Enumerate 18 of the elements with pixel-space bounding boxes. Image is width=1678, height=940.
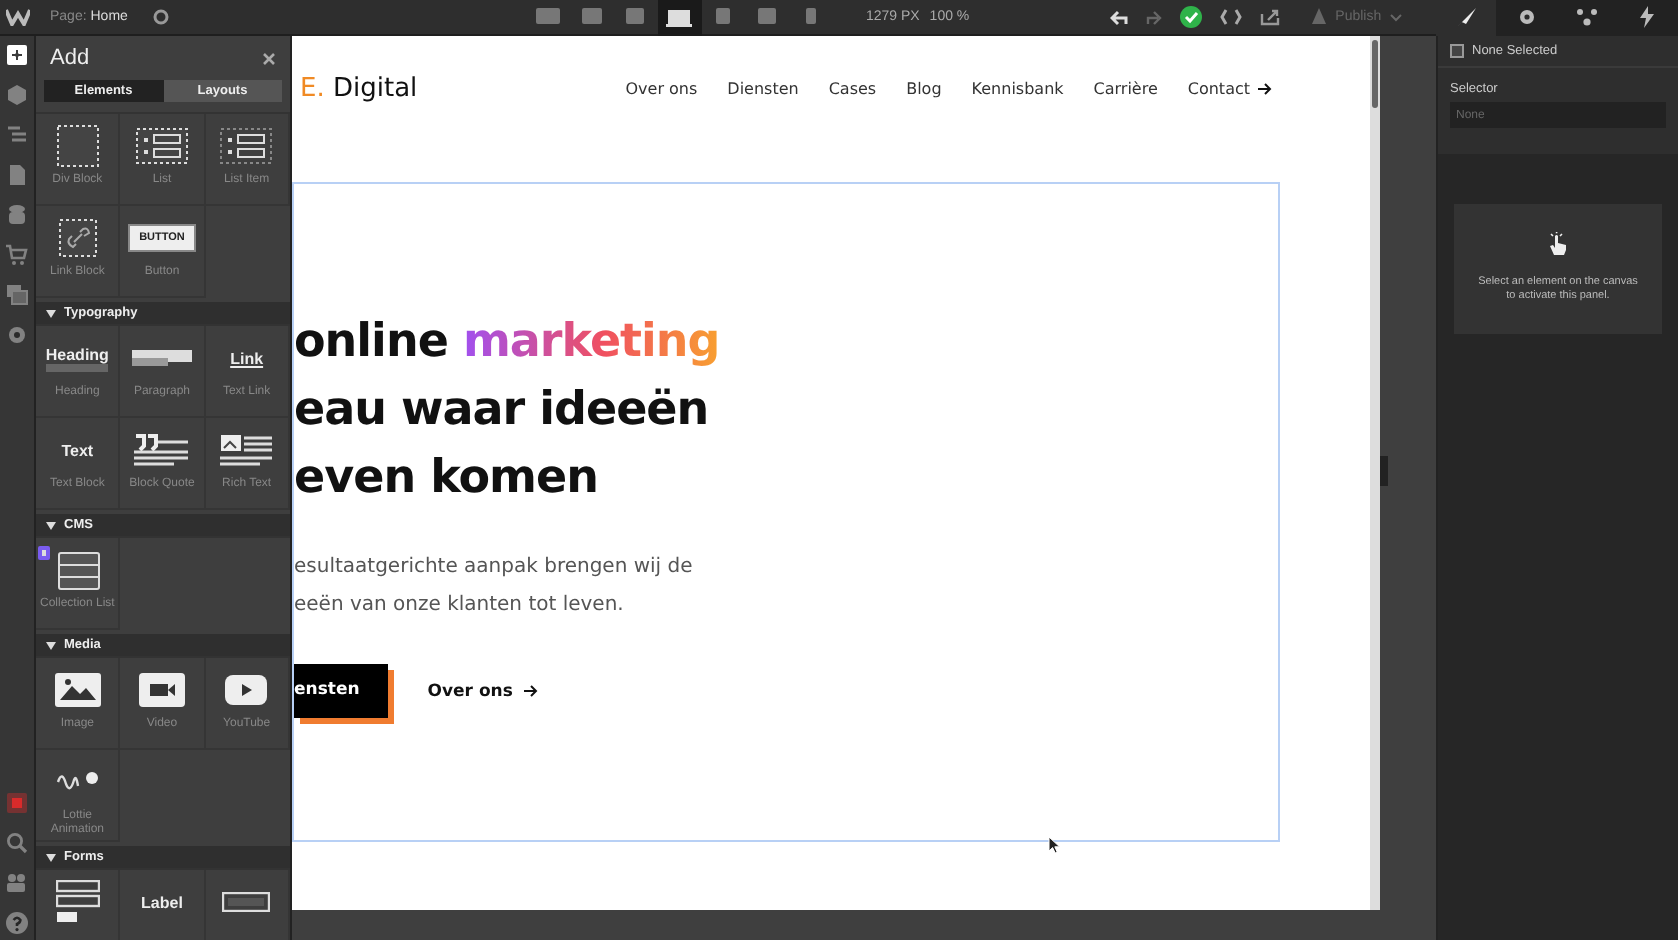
hero-heading: online marketing eau waar ideeën even komen <box>294 314 722 508</box>
nav-link[interactable]: Cases <box>828 79 877 97</box>
hero-paragraph: esultaatgerichte aanpak brengen wij de eeën van onze klanten tot leven. <box>294 554 695 620</box>
nav-link[interactable]: Over ons <box>625 79 698 97</box>
nav-link[interactable]: Contact <box>1187 79 1272 97</box>
text-preview: Text <box>61 441 94 459</box>
text-preview: Label <box>141 893 183 911</box>
site-logo[interactable]: E. Digital <box>300 73 418 103</box>
nav-link[interactable]: Diensten <box>727 79 799 97</box>
nav-link[interactable]: Kennisbank <box>971 79 1064 97</box>
nav-link[interactable]: Blog <box>906 79 942 97</box>
element-tile[interactable]: Label <box>120 870 206 940</box>
secondary-link[interactable]: Over ons <box>427 681 539 701</box>
link-preview: Link <box>230 349 264 367</box>
primary-button[interactable]: ensten <box>294 664 388 718</box>
panel-title: Add <box>50 46 90 70</box>
heading-preview: Heading <box>45 345 109 371</box>
nav-link[interactable]: Carrière <box>1093 79 1158 97</box>
